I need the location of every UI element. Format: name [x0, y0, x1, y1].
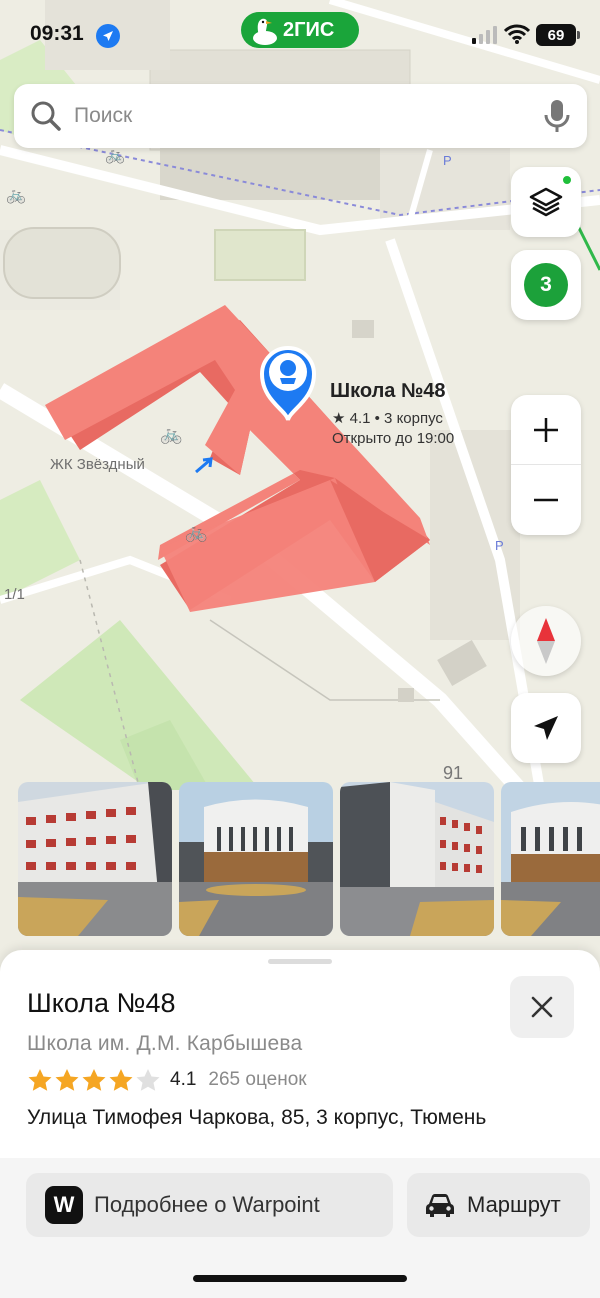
svg-text:P: P [443, 153, 452, 168]
warpoint-details-button[interactable]: W Подробнее о Warpoint [26, 1173, 393, 1237]
search-input[interactable] [74, 104, 514, 128]
svg-text:🚲: 🚲 [185, 522, 207, 543]
search-icon [31, 101, 61, 131]
my-location-button[interactable] [511, 693, 581, 763]
route-button[interactable]: Маршрут [407, 1173, 590, 1237]
star-icon [82, 1069, 106, 1091]
brand-badge[interactable]: 2ГИС [241, 12, 359, 48]
poi-title[interactable]: Школа №48 [330, 380, 446, 403]
car-icon [426, 1194, 454, 1217]
rating-stars [27, 1068, 162, 1092]
close-button[interactable] [510, 976, 574, 1038]
goose-logo-icon [253, 18, 277, 45]
layers-notification-dot [561, 174, 573, 186]
compass-button[interactable] [511, 606, 581, 676]
star-icon [136, 1069, 160, 1091]
place-address[interactable]: Улица Тимофея Чаркова, 85, 3 корпус, Тюм… [27, 1106, 486, 1130]
home-indicator[interactable] [193, 1275, 407, 1282]
poi-hours: Открыто до 19:00 [332, 430, 455, 447]
photo-thumbnail[interactable] [501, 782, 600, 936]
reviews-count[interactable]: 265 оценок [208, 1069, 306, 1091]
plus-icon [534, 417, 558, 442]
wifi-icon [504, 24, 530, 44]
rating-row[interactable]: 4.1 265 оценок [27, 1068, 307, 1092]
star-icon [55, 1069, 79, 1091]
warpoint-logo-icon: W [45, 1186, 83, 1224]
traffic-score: 3 [524, 263, 568, 307]
layers-button[interactable] [511, 167, 581, 237]
zoom-out-button[interactable] [511, 465, 581, 535]
poi-rating: ★ 4.1 • 3 корпус [332, 410, 443, 427]
place-card[interactable]: Школа №48 Школа им. Д.М. Карбышева 4.1 2… [0, 950, 600, 1298]
star-icon [28, 1069, 52, 1091]
rating-value: 4.1 [170, 1069, 197, 1090]
brand-name: 2ГИС [283, 18, 335, 41]
photo-thumbnail[interactable] [18, 782, 172, 936]
school-pin-icon[interactable] [256, 342, 320, 422]
route-label: Маршрут [467, 1192, 561, 1217]
navigation-arrow-icon [534, 716, 558, 740]
photo-thumbnail[interactable] [179, 782, 333, 936]
close-icon [531, 996, 553, 1018]
photo-carousel[interactable] [18, 782, 600, 936]
minus-icon [534, 498, 558, 502]
zoom-in-button[interactable] [511, 395, 581, 465]
location-arrow-icon [96, 24, 120, 48]
warpoint-details-label: Подробнее о Warpoint [94, 1192, 320, 1217]
photo-thumbnail[interactable] [340, 782, 494, 936]
search-bar[interactable] [14, 84, 587, 148]
status-time: 09:31 [30, 22, 84, 45]
zoom-controls [511, 395, 581, 535]
microphone-icon[interactable] [543, 99, 571, 133]
place-title: Школа №48 [27, 988, 176, 1018]
battery-indicator: 69 [536, 24, 580, 46]
signal-icon [472, 26, 497, 44]
star-icon [109, 1069, 133, 1091]
layers-icon [529, 187, 563, 217]
traffic-button[interactable]: 3 [511, 250, 581, 320]
svg-text:🚲: 🚲 [160, 424, 182, 445]
svg-text:P: P [495, 538, 504, 553]
place-subtitle: Школа им. Д.М. Карбышева [27, 1032, 303, 1055]
house-number-label: 1/1 [4, 586, 25, 603]
compass-icon [537, 618, 555, 664]
house-number-label: 91 [443, 763, 464, 783]
complex-label: ЖК Звёздный [50, 456, 145, 473]
svg-text:🚲: 🚲 [6, 185, 26, 204]
sheet-drag-handle[interactable] [268, 959, 332, 964]
